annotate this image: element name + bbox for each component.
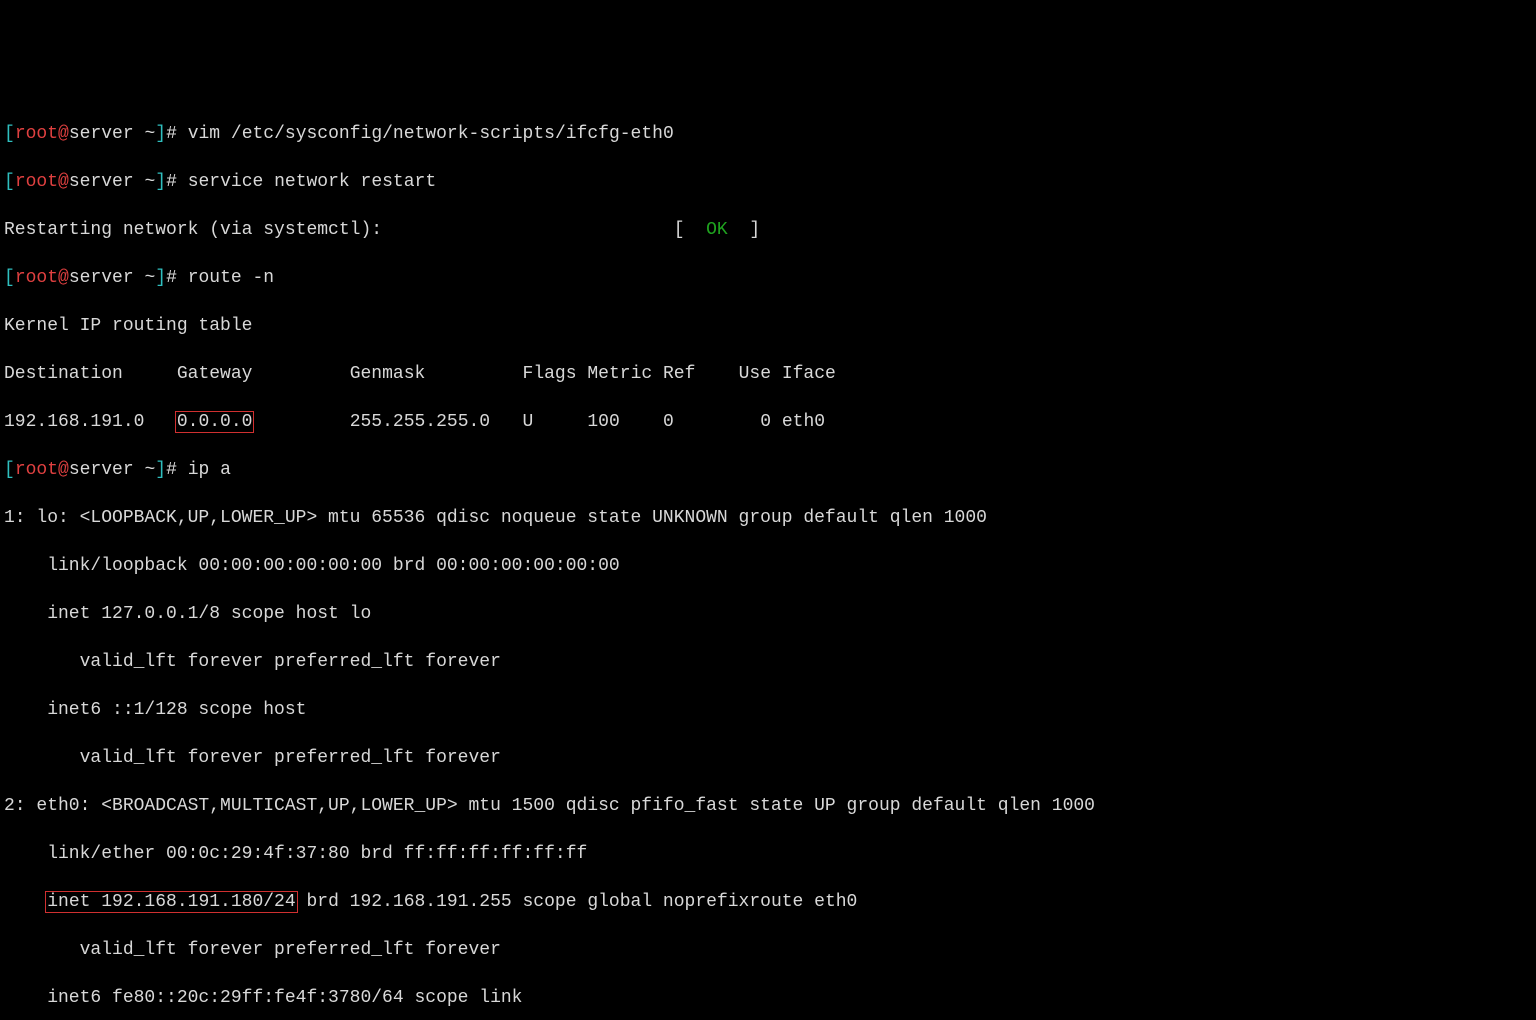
route-row: 192.168.191.0 0.0.0.0 255.255.255.0 U 10… (4, 410, 1532, 434)
ip-output-line: 2: eth0: <BROADCAST,MULTICAST,UP,LOWER_U… (4, 794, 1532, 818)
cell-ref: 0 (663, 412, 674, 432)
ip-output-line: link/ether 00:0c:29:4f:37:80 brd ff:ff:f… (4, 842, 1532, 866)
col-iface: Iface (782, 364, 836, 384)
restart-msg: Restarting network (via systemctl): (4, 220, 382, 240)
cell-genmask: 255.255.255.0 (350, 412, 490, 432)
highlight-gateway: 0.0.0.0 (175, 411, 255, 433)
cell-flags: U (523, 412, 534, 432)
status-bracket-close: ] (728, 220, 760, 240)
restart-status-line: Restarting network (via systemctl): [ OK… (4, 218, 1532, 242)
prompt-hash: # (166, 124, 188, 144)
col-use: Use (739, 364, 771, 384)
col-ref: Ref (663, 364, 695, 384)
ip-output-line: inet 192.168.191.180/24 brd 192.168.191.… (4, 890, 1532, 914)
cell-iface: eth0 (782, 412, 825, 432)
col-flags: Flags (523, 364, 577, 384)
status-ok: OK (706, 220, 728, 240)
col-metric: Metric (587, 364, 652, 384)
col-destination: Destination (4, 364, 123, 384)
command-service-restart: service network restart (188, 172, 436, 192)
bracket-close: ] (155, 124, 166, 144)
route-header: Destination Gateway Genmask Flags Metric… (4, 362, 1532, 386)
prompt-line: [root@server ~]# ip a (4, 458, 1532, 482)
ip-output-line: inet 127.0.0.1/8 scope host lo (4, 602, 1532, 626)
prompt-host: server (69, 124, 134, 144)
bracket-open: [ (4, 124, 15, 144)
cell-metric: 100 (587, 412, 619, 432)
prompt-at: @ (58, 124, 69, 144)
command-route: route -n (188, 268, 274, 288)
highlight-inet-address: inet 192.168.191.180/24 (45, 891, 297, 913)
ip-output-line: valid_lft forever preferred_lft forever (4, 650, 1532, 674)
status-bracket-open: [ (674, 220, 706, 240)
col-gateway: Gateway (177, 364, 253, 384)
ip-output-line: link/loopback 00:00:00:00:00:00 brd 00:0… (4, 554, 1532, 578)
prompt-path: ~ (134, 124, 156, 144)
col-genmask: Genmask (350, 364, 426, 384)
ip-output-line: inet6 fe80::20c:29ff:fe4f:3780/64 scope … (4, 986, 1532, 1010)
prompt-line: [root@server ~]# route -n (4, 266, 1532, 290)
command-vim: vim /etc/sysconfig/network-scripts/ifcfg… (188, 124, 674, 144)
cell-use: 0 (760, 412, 771, 432)
prompt-user: root (15, 124, 58, 144)
cell-destination: 192.168.191.0 (4, 412, 144, 432)
ip-output-line: valid_lft forever preferred_lft forever (4, 746, 1532, 770)
ip-output-line: valid_lft forever preferred_lft forever (4, 938, 1532, 962)
ip-output-line: inet6 ::1/128 scope host (4, 698, 1532, 722)
command-ip-a: ip a (188, 460, 231, 480)
prompt-line: [root@server ~]# service network restart (4, 170, 1532, 194)
prompt-line: [root@server ~]# vim /etc/sysconfig/netw… (4, 122, 1532, 146)
terminal-output[interactable]: [root@server ~]# vim /etc/sysconfig/netw… (4, 98, 1532, 1020)
route-title: Kernel IP routing table (4, 314, 1532, 338)
